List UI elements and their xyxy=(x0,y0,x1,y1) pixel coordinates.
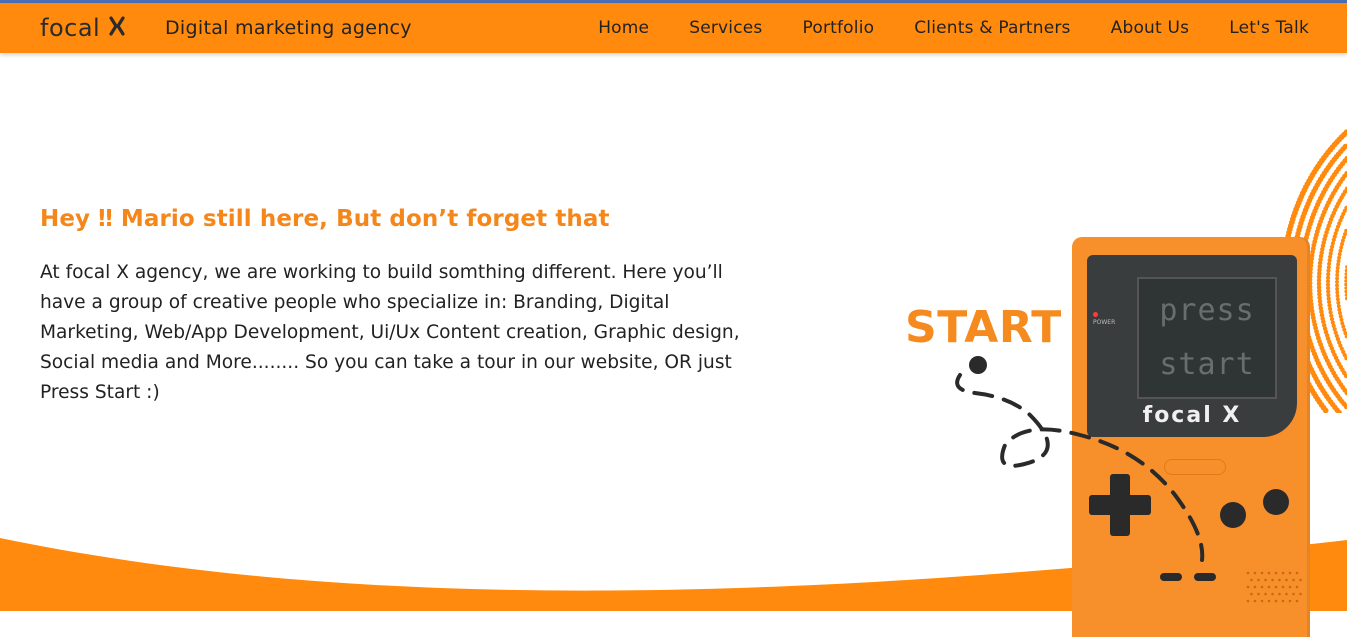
nav-portfolio[interactable]: Portfolio xyxy=(803,18,875,38)
nav-clients-partners[interactable]: Clients & Partners xyxy=(914,18,1070,38)
nav-home[interactable]: Home xyxy=(598,18,649,38)
nav-services[interactable]: Services xyxy=(689,18,762,38)
dashed-path-decoration xyxy=(940,345,1220,585)
logo[interactable]: focal xyxy=(40,3,126,53)
x-cross-icon xyxy=(108,14,126,42)
navbar: focal Digital marketing agency Home Serv… xyxy=(0,3,1347,53)
main-nav: Home Services Portfolio Clients & Partne… xyxy=(558,3,1309,53)
nav-about-us[interactable]: About Us xyxy=(1111,18,1190,38)
b-button-icon[interactable] xyxy=(1220,502,1246,528)
screen-line-press: press xyxy=(1159,284,1254,338)
nav-lets-talk[interactable]: Let's Talk xyxy=(1229,18,1309,38)
tagline: Digital marketing agency xyxy=(165,3,412,53)
power-label: POWER xyxy=(1093,319,1115,327)
hero-body-text: At focal X agency, we are working to bui… xyxy=(40,258,740,408)
power-led xyxy=(1093,312,1098,317)
a-button-icon[interactable] xyxy=(1263,489,1289,515)
hero-headline: Hey ‼ Mario still here, But don’t forget… xyxy=(40,206,610,232)
logo-text: focal xyxy=(40,14,100,42)
speaker-grille-icon xyxy=(1242,567,1302,607)
